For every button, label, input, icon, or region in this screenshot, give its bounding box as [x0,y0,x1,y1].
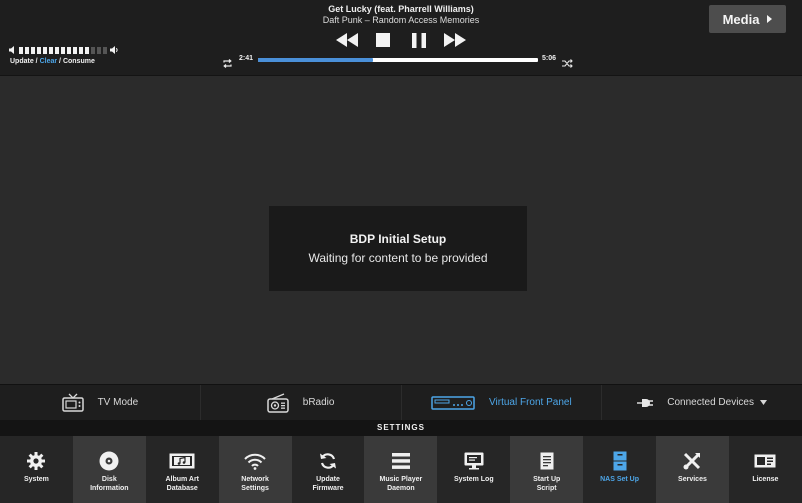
volume-down-icon[interactable] [9,41,16,59]
settings-tile-label: System [23,476,49,483]
volume-segment[interactable] [67,46,71,54]
total-time: 5:06 [542,55,557,62]
volume-control[interactable] [9,41,119,59]
stop-button[interactable] [372,31,394,49]
mode-connected-devices[interactable]: Connected Devices [602,385,802,420]
volume-segment[interactable] [31,46,35,54]
settings-tile-nas-set-up[interactable]: NAS Set Up [583,436,656,503]
setup-panel: BDP Initial Setup Waiting for content to… [269,206,527,291]
document-icon [540,450,554,472]
album-art-icon [169,450,195,472]
radio-icon [267,392,289,413]
clear-link[interactable]: Clear [40,58,58,65]
front-panel-icon [431,395,475,410]
settings-tile-album-art-database[interactable]: Album Art Database [146,436,219,503]
volume-segment[interactable] [85,46,89,54]
plug-icon [637,398,654,407]
transport-controls [336,31,466,49]
refresh-icon [319,450,337,472]
settings-tile-label: Disk Information [90,476,129,492]
track-artist-album: Daft Punk – Random Access Memories [322,15,480,25]
setup-title: BDP Initial Setup [349,232,447,246]
settings-tile-label: Album Art Database [165,476,200,492]
pause-button[interactable] [408,31,430,49]
volume-segment[interactable] [91,46,95,54]
fast-forward-icon [444,33,466,47]
volume-segment[interactable] [25,46,29,54]
volume-segment[interactable] [103,46,107,54]
mode-bar: TV Mode bRadio Virtual Front Panel Conne… [0,384,802,420]
chevron-right-icon [767,15,773,23]
settings-tile-disk-information[interactable]: Disk Information [72,436,146,503]
settings-tile-label: System Log [453,476,494,483]
player-bar: Get Lucky (feat. Pharrell Williams) Daft… [0,0,802,76]
media-button-label: Media [722,11,760,27]
nas-icon [613,450,627,472]
setup-message: Waiting for content to be provided [308,251,488,265]
tools-icon [683,450,701,472]
mode-virtual-front-panel-label: Virtual Front Panel [489,397,572,408]
settings-tile-update-firmware[interactable]: Update Firmware [292,436,365,503]
volume-segment[interactable] [49,46,53,54]
rewind-icon [336,33,358,47]
mode-bradio-label: bRadio [302,397,335,408]
volume-segment[interactable] [97,46,101,54]
track-title: Get Lucky (feat. Pharrell Williams) [328,4,474,14]
settings-tile-label: License [752,476,779,483]
volume-segment[interactable] [61,46,65,54]
settings-tile-start-up-script[interactable]: Start Up Script [510,436,584,503]
fast-forward-button[interactable] [444,31,466,49]
volume-segment[interactable] [55,46,59,54]
repeat-icon[interactable] [222,55,233,73]
settings-tile-system[interactable]: System [0,436,73,503]
settings-tile-label: Network Settings [241,476,269,492]
settings-tile-music-player-daemon[interactable]: Music Player Daemon [364,436,438,503]
seek-bar[interactable] [258,58,538,62]
monitor-icon [464,450,484,472]
chevron-down-icon [759,400,767,405]
gear-icon [27,450,46,472]
mode-tv[interactable]: TV Mode [0,385,201,420]
settings-tile-system-log[interactable]: System Log [437,436,510,503]
main-content: BDP Initial Setup Waiting for content to… [0,77,802,384]
settings-tile-label: Start Up Script [533,476,561,492]
progress-row: 2:41 5:06 [222,54,574,68]
mode-bradio[interactable]: bRadio [201,385,402,420]
settings-tiles: System Disk Information Album Art Databa… [0,436,802,503]
volume-up-icon[interactable] [110,41,119,59]
elapsed-time: 2:41 [239,55,254,62]
pause-icon [412,32,426,48]
volume-segment[interactable] [43,46,47,54]
volume-segment[interactable] [79,46,83,54]
stop-icon [376,33,390,47]
seek-bar-fill [258,58,373,62]
media-button[interactable]: Media [709,5,786,33]
mode-virtual-front-panel[interactable]: Virtual Front Panel [402,385,603,420]
queue-links: Update / Clear / Consume [10,58,95,65]
update-link[interactable]: Update [10,58,34,65]
volume-segment[interactable] [19,46,23,54]
settings-tile-network-settings[interactable]: Network Settings [218,436,292,503]
volume-segment[interactable] [37,46,41,54]
shuffle-icon[interactable] [562,55,573,73]
settings-heading: SETTINGS [0,420,802,436]
volume-slider[interactable] [19,46,107,54]
settings-tile-label: NAS Set Up [600,476,640,483]
mode-tv-label: TV Mode [97,397,139,408]
settings-tile-label: Music Player Daemon [379,476,423,492]
settings-tile-license[interactable]: License [729,436,802,503]
rewind-button[interactable] [336,31,358,49]
license-icon [754,450,776,472]
settings-tile-label: Services [678,476,707,483]
consume-link[interactable]: Consume [63,58,95,65]
tv-icon [61,393,84,412]
settings-tile-services[interactable]: Services [656,436,729,503]
mode-connected-devices-label: Connected Devices [667,397,754,408]
settings-tile-label: Update Firmware [312,476,344,492]
volume-segment[interactable] [73,46,77,54]
disc-icon [99,450,119,472]
wifi-icon [244,450,266,472]
list-icon [391,450,410,472]
